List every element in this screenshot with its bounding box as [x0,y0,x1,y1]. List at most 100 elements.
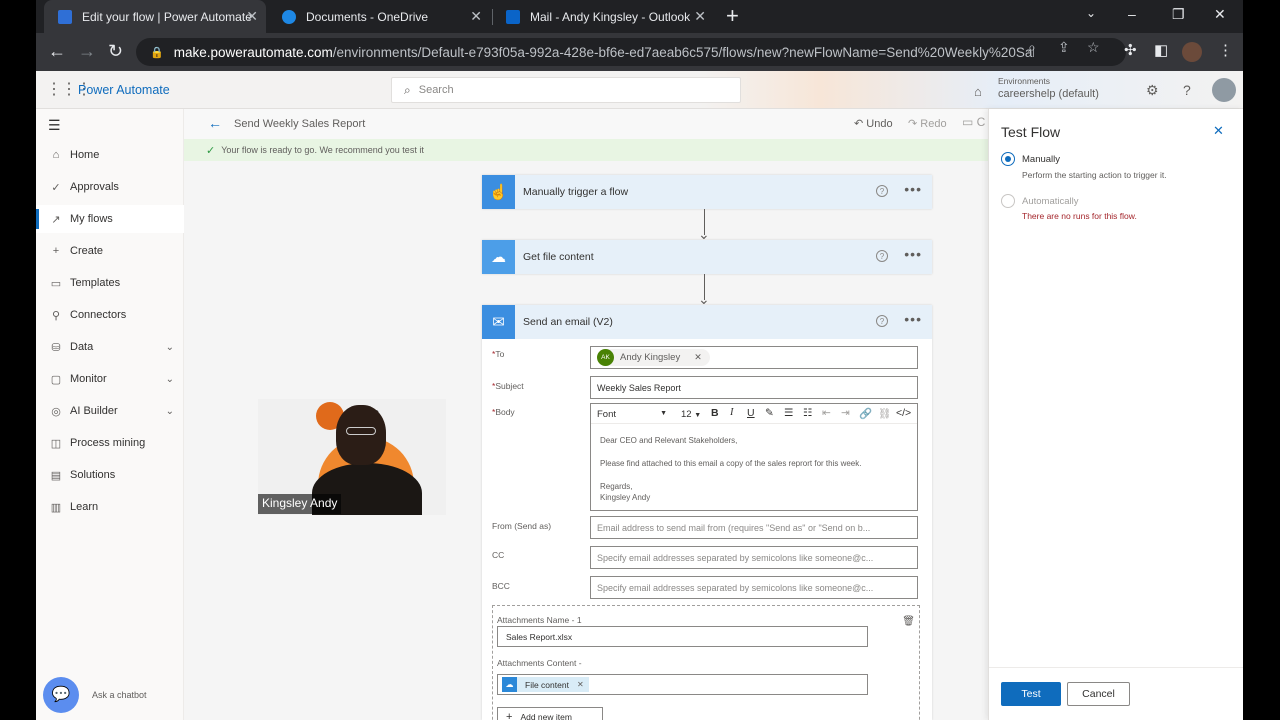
profile-avatar[interactable] [1182,42,1202,62]
close-icon[interactable]: ✕ [470,9,482,23]
body-editor[interactable]: Font ▼ 12 ▼ B I U ✎ ☰ ☷ ⇤ ⇥ 🔗 ⛓ </> Dear … [590,403,918,511]
chevron-down-icon[interactable]: ⌄ [166,342,174,353]
tab-power-automate[interactable]: Edit your flow | Power Automate ✕ [44,0,266,33]
nav-item-ai-builder[interactable]: ◎ AI Builder ⌄ [36,397,184,425]
more-options-icon[interactable]: ••• [904,181,922,197]
extensions-icon[interactable]: ✣ [1124,42,1137,60]
bold-icon[interactable]: B [711,407,719,419]
window-close-button[interactable]: ✕ [1214,6,1226,23]
bookmark-star-icon[interactable]: ☆ [1087,39,1100,56]
indent-icon[interactable]: ⇥ [841,407,850,419]
sidebar-icon[interactable]: ◧ [1154,42,1168,60]
chevron-down-icon[interactable]: ⌄ [166,406,174,417]
cc-label: CC [492,550,505,560]
code-view-icon[interactable]: </> [896,407,911,419]
remove-recipient-icon[interactable]: ✕ [694,352,702,363]
reload-icon[interactable]: ↻ [108,41,123,61]
card-header[interactable]: ✉ Send an email (V2) ? ••• [482,305,932,339]
manually-radio[interactable] [1001,152,1015,166]
nav-item-learn[interactable]: ▥ Learn [36,493,184,521]
automatically-label[interactable]: Automatically [1022,196,1079,207]
nav-label: AI Builder [70,405,118,417]
more-options-icon[interactable]: ••• [904,311,922,327]
nav-item-solutions[interactable]: ▤ Solutions [36,461,184,489]
close-icon[interactable]: ✕ [694,9,706,23]
cancel-button[interactable]: Cancel [1067,682,1130,706]
card-header[interactable]: ☁ Get file content ? ••• [482,240,932,274]
hamburger-icon[interactable]: ☰ [48,117,61,134]
link-icon[interactable]: 🔗 [859,407,872,420]
cloud-icon: ☁ [482,240,515,274]
nav-item-monitor[interactable]: ▢ Monitor ⌄ [36,365,184,393]
trigger-card[interactable]: ☝ Manually trigger a flow ? ••• [482,175,932,209]
redo-button[interactable]: ↷ Redo [908,117,947,130]
body-content[interactable]: Dear CEO and Relevant Stakeholders, Plea… [600,435,861,503]
help-icon[interactable]: ? [876,315,888,327]
create-icon: + [52,245,60,257]
help-icon[interactable]: ? [876,250,888,262]
app-title[interactable]: Power Automate [78,83,170,97]
nav-item-create[interactable]: + Create [36,237,184,265]
search-input[interactable]: ⌕ Search [391,77,741,103]
comments-button[interactable]: ▭ C [962,115,985,129]
restore-button[interactable]: ❐ [1172,6,1185,23]
automatically-radio[interactable] [1001,194,1015,208]
numbered-list-icon[interactable]: ☷ [803,407,812,419]
forward-arrow-icon[interactable]: → [78,41,96,61]
outdent-icon[interactable]: ⇤ [822,407,831,419]
nav-item-process-mining[interactable]: ◫ Process mining [36,429,184,457]
nav-item-approvals[interactable]: ✓ Approvals [36,173,184,201]
nav-item-my-flows[interactable]: ↗ My flows [36,205,184,233]
attachment-content-field[interactable]: ☁ File content ✕ [497,674,868,695]
tab-search-icon[interactable]: ⌄ [1086,6,1096,20]
attachment-name-field[interactable]: Sales Report.xlsx [497,626,868,647]
share-icon[interactable]: ⇪ [1058,39,1070,56]
undo-button[interactable]: ↶ Undo [854,117,893,130]
back-arrow-icon[interactable]: ← [48,41,66,61]
minimize-button[interactable]: – [1128,6,1136,22]
tab-onedrive[interactable]: Documents - OneDrive ✕ [268,0,490,33]
manually-label[interactable]: Manually [1022,154,1060,165]
nav-item-data[interactable]: ⛁ Data ⌄ [36,333,184,361]
bullet-list-icon[interactable]: ☰ [784,407,793,419]
nav-item-home[interactable]: ⌂ Home [36,141,184,169]
comment-icon: ▭ [962,115,977,129]
tab-outlook[interactable]: Mail - Andy Kingsley - Outlook ✕ [492,0,714,33]
to-field[interactable]: AK Andy Kingsley ✕ [590,346,918,369]
get-file-content-card[interactable]: ☁ Get file content ? ••• [482,240,932,274]
user-avatar[interactable] [1212,78,1236,102]
unlink-icon[interactable]: ⛓ [878,407,891,420]
chevron-down-icon[interactable]: ⌄ [166,374,174,385]
highlight-icon[interactable]: ✎ [765,407,774,419]
delete-icon[interactable]: 🗑 [902,616,915,627]
nav-item-connectors[interactable]: ⚲ Connectors [36,301,184,329]
new-tab-button[interactable]: + [726,4,739,28]
settings-gear-icon[interactable]: ⚙ [1146,82,1159,99]
help-icon[interactable]: ? [876,185,888,197]
cc-field[interactable]: Specify email addresses separated by sem… [590,546,918,569]
remove-token-icon[interactable]: ✕ [577,680,584,689]
help-icon[interactable]: ? [1183,82,1191,98]
add-new-item-button[interactable]: + Add new item [497,707,603,720]
address-bar[interactable]: 🔒 make.powerautomate.com/environments/De… [136,38,1126,66]
zoom-icon[interactable]: ⌕ [1028,39,1036,56]
nav-item-templates[interactable]: ▭ Templates [36,269,184,297]
menu-icon[interactable]: ⋮ [1218,42,1233,60]
close-icon[interactable]: ✕ [246,9,258,23]
subject-field[interactable]: Weekly Sales Report [590,376,918,399]
close-icon[interactable]: ✕ [1213,123,1224,139]
more-options-icon[interactable]: ••• [904,246,922,262]
test-button[interactable]: Test [1001,682,1061,706]
back-arrow-icon[interactable]: ← [208,115,222,131]
from-field[interactable]: Email address to send mail from (require… [590,516,918,539]
chatbot-button[interactable]: 💬 [43,677,79,713]
italic-icon[interactable]: I [730,407,734,418]
nav-label: Learn [70,501,99,513]
font-dropdown[interactable]: Font ▼ [597,409,667,420]
font-size-dropdown[interactable]: 12 ▼ [681,409,701,420]
card-header[interactable]: ☝ Manually trigger a flow ? ••• [482,175,932,209]
underline-icon[interactable]: U [747,407,755,419]
bcc-field[interactable]: Specify email addresses separated by sem… [590,576,918,599]
flows-icon: ↗ [51,213,61,226]
webcam-overlay: 1 tics Kingsley Andy [258,399,446,515]
